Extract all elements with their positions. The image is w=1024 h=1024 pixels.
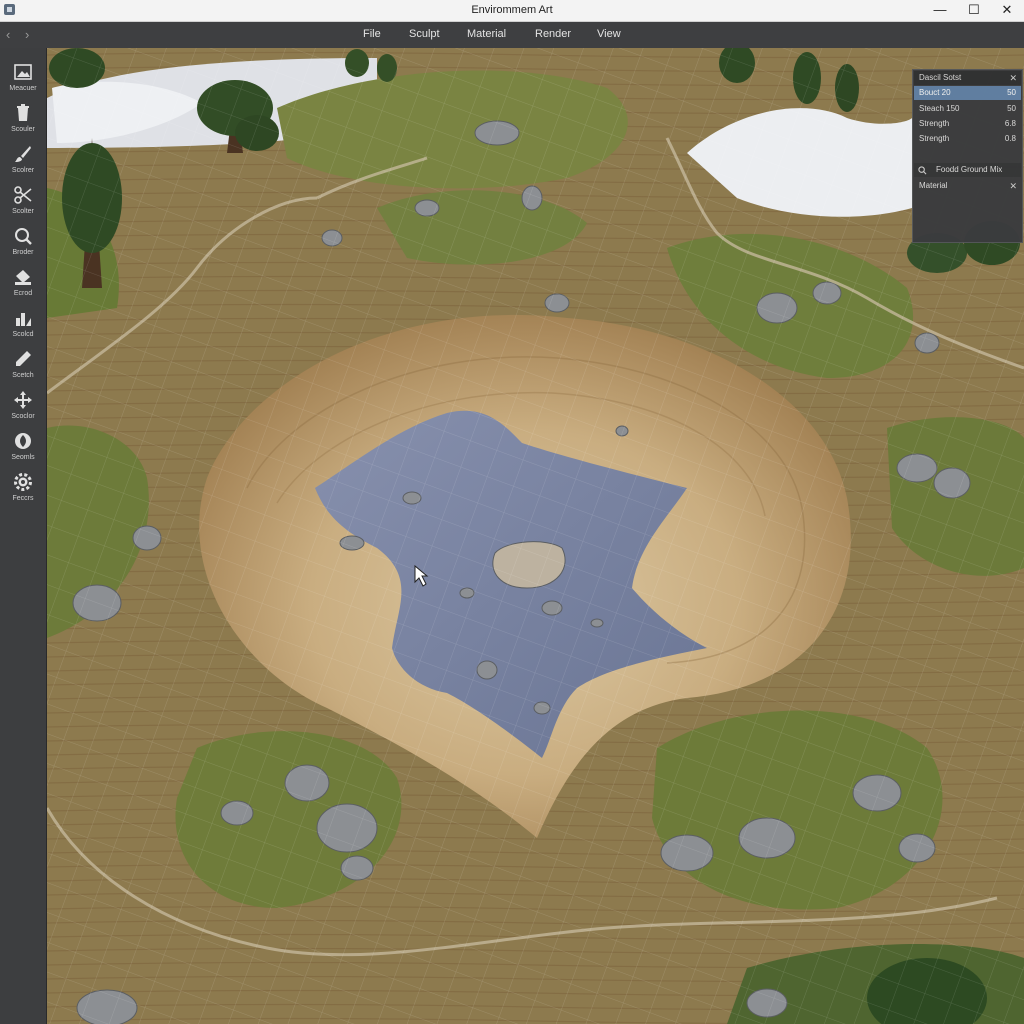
- tool-chart[interactable]: Scolcd: [0, 302, 46, 342]
- chart-icon: [16, 313, 31, 326]
- scissors-icon: [14, 186, 32, 204]
- title-bar: Envirommem Art — ☐ ✕: [0, 0, 1024, 22]
- row-value: 50: [1007, 88, 1016, 97]
- row-label: Strength: [919, 134, 950, 143]
- panel-close-icon[interactable]: ✕: [1009, 71, 1017, 85]
- tool-move[interactable]: Scoclor: [0, 384, 46, 424]
- panel-row-stretch[interactable]: Steach 150 50: [914, 102, 1021, 116]
- row-label: Strength: [919, 119, 950, 128]
- tool-label: Scolrer: [11, 167, 35, 174]
- property-panel: Dascil Sotst ✕ Bouct 20 50 Steach 150 50…: [912, 69, 1023, 243]
- terrain-scene: [47, 48, 1024, 1024]
- panel-layer-row[interactable]: Foodd Ground Mix: [914, 163, 1021, 177]
- tool-label: Scoclor: [11, 413, 35, 420]
- tool-fill[interactable]: Ecrod: [0, 261, 46, 301]
- tool-foliage[interactable]: Seomls: [0, 425, 46, 465]
- tool-measure[interactable]: Meacuer: [0, 56, 46, 96]
- panel-header: Dascil Sotst ✕: [914, 71, 1021, 85]
- trash-icon: [17, 104, 29, 121]
- tool-label: Scouler: [11, 126, 35, 133]
- tool-label: Seomls: [11, 454, 35, 461]
- tool-zoom[interactable]: Broder: [0, 220, 46, 260]
- pencil-icon: [16, 351, 31, 366]
- layer-label: Foodd Ground Mix: [936, 165, 1003, 174]
- back-arrow-icon[interactable]: ‹: [6, 27, 10, 42]
- 3d-viewport[interactable]: [47, 48, 1024, 1024]
- row-value: 0.8: [1004, 134, 1016, 143]
- bucket-icon: [15, 270, 31, 285]
- tool-sketch[interactable]: Scetch: [0, 343, 46, 383]
- panel-title: Dascil Sotst: [919, 73, 962, 82]
- tool-sidebar: Meacuer Scouler Scolrer Scolter Broder E…: [0, 48, 47, 1024]
- close-button[interactable]: ✕: [990, 1, 1024, 19]
- tool-delete[interactable]: Scouler: [0, 97, 46, 137]
- tool-label: Meacuer: [9, 85, 37, 92]
- panel-row-brush-size[interactable]: Bouct 20 50: [914, 86, 1021, 100]
- tool-label: Scolter: [12, 208, 34, 215]
- minimize-button[interactable]: —: [923, 1, 957, 19]
- row-label: Bouct 20: [919, 88, 951, 97]
- tool-cut[interactable]: Scolter: [0, 179, 46, 219]
- maximize-button[interactable]: ☐: [957, 1, 991, 19]
- tool-label: Broder: [12, 249, 34, 256]
- gear-icon: [14, 473, 32, 491]
- row-label: Steach 150: [919, 104, 960, 113]
- tool-label: Feccrs: [12, 495, 34, 502]
- image-icon: [14, 64, 32, 80]
- row-value: 6.8: [1004, 119, 1016, 128]
- leaf-icon: [15, 433, 31, 449]
- window-title: Envirommem Art: [471, 4, 553, 16]
- tool-label: Scolcd: [12, 331, 34, 338]
- brush-icon: [15, 146, 31, 162]
- menu-render[interactable]: Render: [535, 28, 571, 40]
- layer-icon: [918, 166, 927, 175]
- panel-row-strength[interactable]: Strength 6.8: [914, 117, 1021, 131]
- material-label: Material: [919, 181, 948, 190]
- menu-view[interactable]: View: [597, 28, 621, 40]
- tool-label: Scetch: [12, 372, 34, 379]
- menu-file[interactable]: File: [363, 28, 381, 40]
- tool-settings[interactable]: Feccrs: [0, 466, 46, 506]
- panel-material-row[interactable]: Material ✕: [914, 179, 1021, 193]
- menu-sculpt[interactable]: Sculpt: [409, 28, 440, 40]
- row-value: 50: [1007, 104, 1016, 113]
- material-close-icon[interactable]: ✕: [1009, 179, 1017, 193]
- menu-bar: ‹ › File Sculpt Material Render View: [0, 22, 1024, 48]
- tool-brush[interactable]: Scolrer: [0, 138, 46, 178]
- tool-label: Ecrod: [13, 290, 33, 297]
- wireframe-grid: [47, 48, 1024, 1024]
- move-icon: [14, 391, 32, 409]
- forward-arrow-icon[interactable]: ›: [25, 27, 29, 42]
- menu-material[interactable]: Material: [467, 28, 506, 40]
- magnifier-icon: [15, 228, 32, 245]
- panel-row-strength-2[interactable]: Strength 0.8: [914, 132, 1021, 146]
